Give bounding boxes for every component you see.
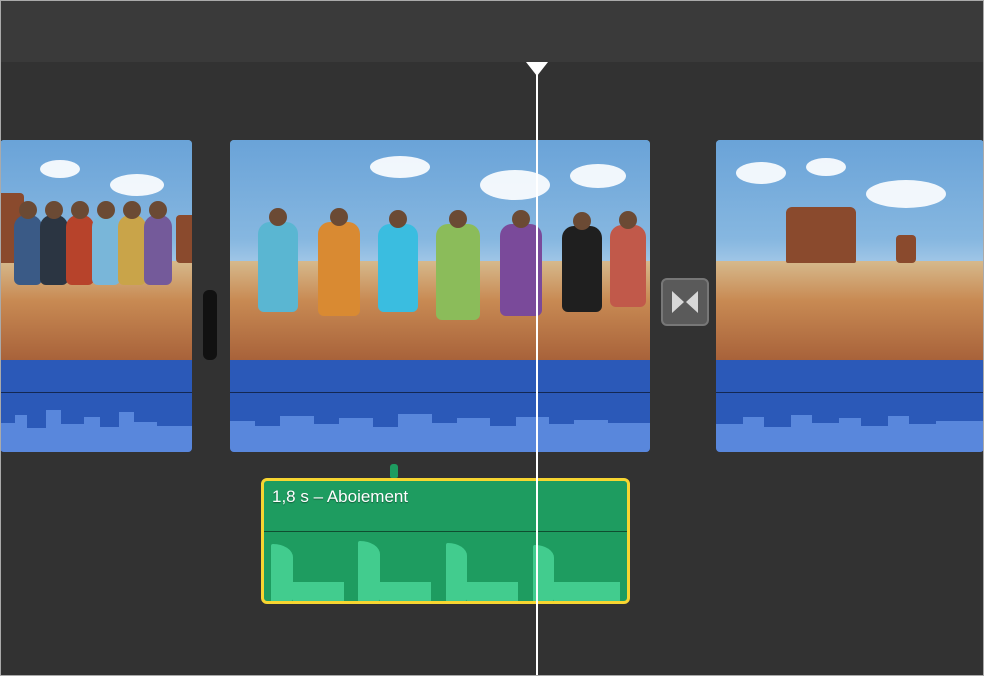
video-clip-2[interactable] (230, 140, 650, 452)
sound-effect-label: 1,8 s – Aboiement (272, 487, 408, 507)
sound-effect-clip[interactable]: 1,8 s – Aboiement (261, 478, 630, 604)
video-clip-1[interactable] (0, 140, 192, 452)
clip-audio-waveform[interactable] (716, 360, 984, 452)
sound-effect-anchor[interactable] (390, 464, 398, 478)
toolbar-strip (0, 0, 984, 62)
clip-thumbnail (0, 140, 192, 360)
clip-audio-waveform[interactable] (0, 360, 192, 452)
clip-thumbnail (716, 140, 984, 360)
transition-bowtie-icon (670, 287, 700, 317)
video-clip-3[interactable] (716, 140, 984, 452)
clip-thumbnail (230, 140, 650, 360)
playhead-handle-icon[interactable] (526, 62, 548, 76)
playhead[interactable] (536, 62, 538, 676)
timeline[interactable]: 1,8 s – Aboiement (0, 62, 984, 676)
sound-effect-waveform (264, 539, 627, 601)
transition-icon[interactable] (661, 278, 709, 326)
clip-audio-waveform[interactable] (230, 360, 650, 452)
trim-handle[interactable] (203, 290, 217, 360)
